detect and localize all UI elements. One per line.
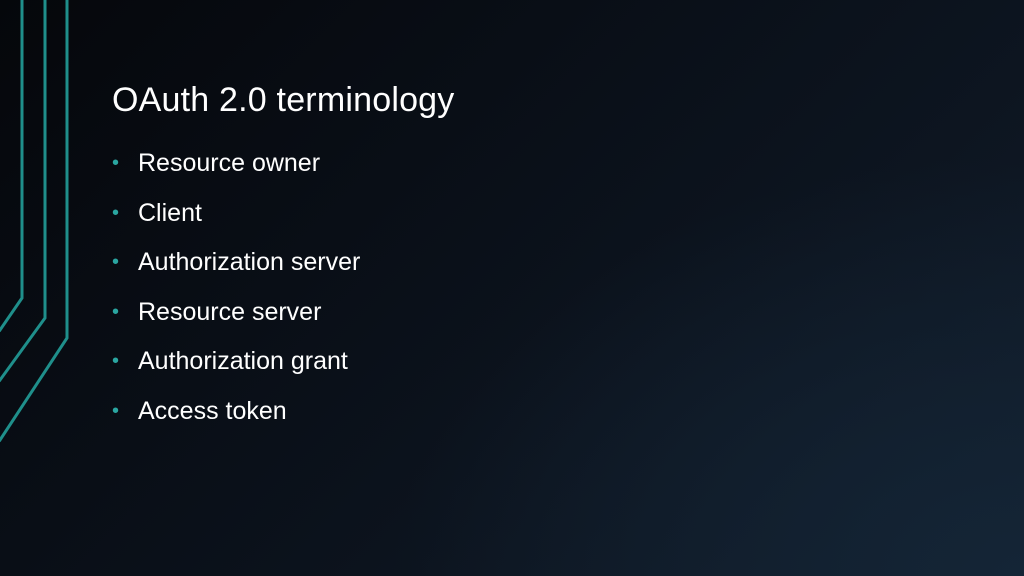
bullet-text-authorization-grant: Authorization grant (138, 347, 348, 376)
decorative-accent-lines (0, 0, 69, 443)
bullet-icon: • (112, 300, 120, 323)
slide: OAuth 2.0 terminology • Resource owner •… (0, 0, 1024, 576)
bullet-icon: • (112, 152, 120, 174)
bullet-text-resource-server: Resource server (138, 297, 322, 326)
bullet-icon: • (112, 251, 120, 274)
bullet-icon: • (112, 399, 120, 422)
bullet-text-authorization-server: Authorization server (138, 248, 361, 277)
bullet-text-access-token: Access token (138, 396, 287, 425)
accent-line-inner (0, 0, 24, 333)
bullet-icon: • (112, 350, 120, 373)
bullet-text-resource-owner: Resource owner (138, 149, 321, 177)
bullet-text-client: Client (138, 198, 202, 227)
bullet-icon: • (112, 201, 120, 224)
slide-title: OAuth 2.0 terminology (112, 81, 455, 119)
accent-line-outer (0, 0, 69, 443)
